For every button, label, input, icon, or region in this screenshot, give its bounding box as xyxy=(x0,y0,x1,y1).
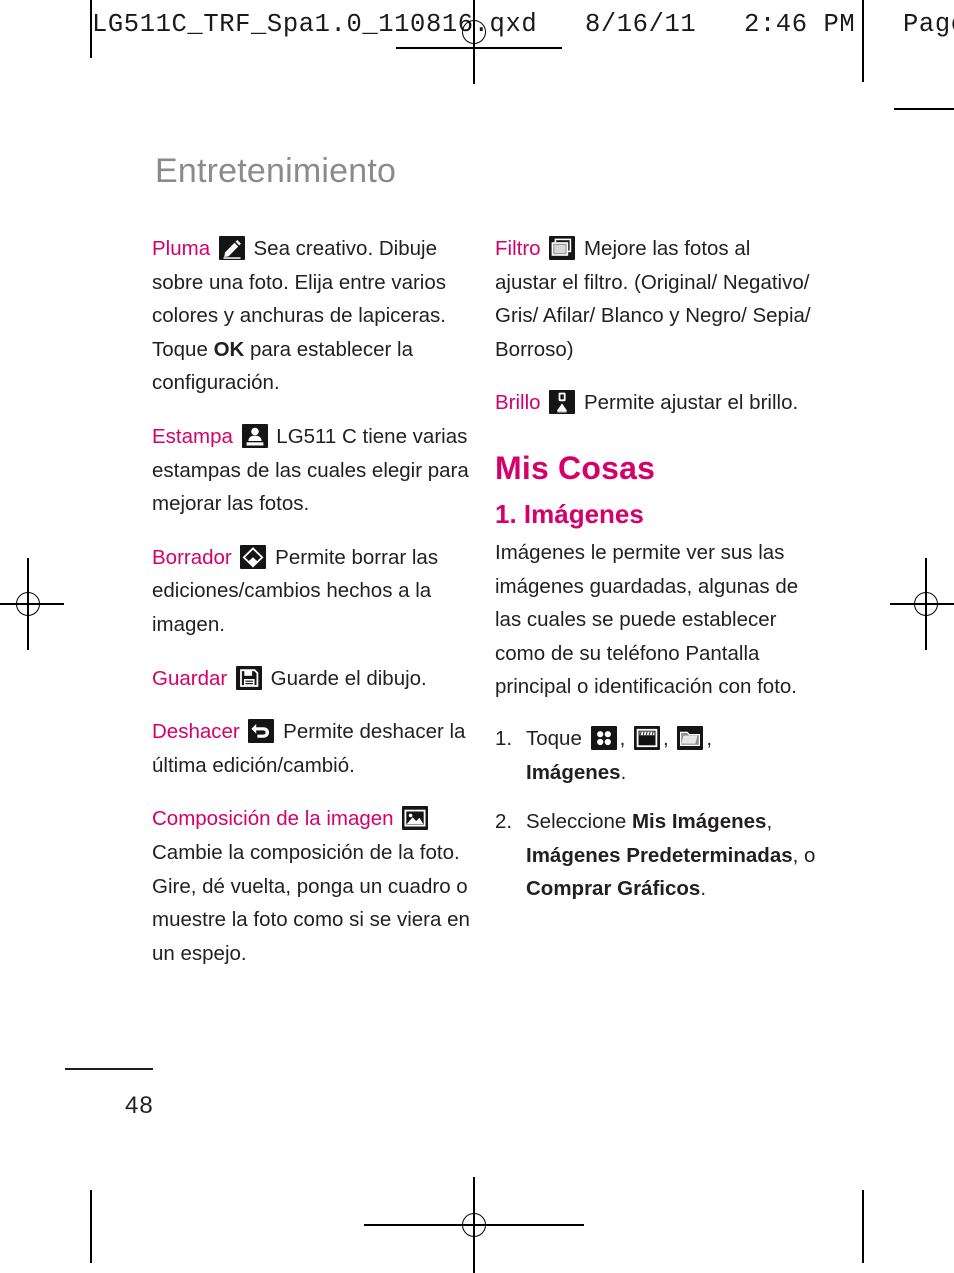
step-item-1: 1. Toque , , , Imágenes. xyxy=(495,722,817,789)
entry-filtro-text: Mejore las fotos al ajustar el filtro. (… xyxy=(495,237,811,361)
floppy-save-icon xyxy=(235,665,262,690)
term-guardar: Guardar xyxy=(152,666,228,690)
picture-icon xyxy=(402,806,429,831)
step-2-text-before: Seleccione xyxy=(526,810,632,834)
folder-icon xyxy=(677,725,704,750)
steps-list: 1. Toque , , , Imágenes. 2. Seleccione M… xyxy=(495,722,817,906)
step-2-sep-1: , xyxy=(766,810,773,834)
entry-deshacer: Deshacer Permite deshacer la última edic… xyxy=(152,715,474,782)
step-number-2: 2. xyxy=(495,810,513,834)
entry-guardar: Guardar Guarde el dibujo. xyxy=(152,662,474,696)
step-1-text-before: Toque xyxy=(526,726,588,750)
step-1-punct: . xyxy=(620,760,627,784)
left-text-column: Pluma Sea creativo. Dibuje sobre una fot… xyxy=(152,232,474,990)
registration-mark-bottom xyxy=(364,1177,584,1273)
imagenes-body-text: Imágenes le permite ver sus las imágenes… xyxy=(495,540,799,699)
step-number-1: 1. xyxy=(495,726,513,750)
registration-mark-top xyxy=(456,0,492,84)
crop-mark-top-left-vertical xyxy=(90,0,92,58)
crop-mark-top-right-rule xyxy=(894,108,954,110)
right-text-column: Filtro Mejore las fotos al ajustar el fi… xyxy=(495,232,817,922)
footer-divider xyxy=(65,1068,153,1070)
subsection-heading-imagenes: 1. Imágenes xyxy=(495,498,644,529)
filter-frames-icon xyxy=(549,236,576,260)
entry-guardar-text: Guarde el dibujo. xyxy=(264,666,427,690)
entry-pluma-bold-ok: OK xyxy=(213,337,245,361)
step-1-separator-1: , xyxy=(619,726,631,750)
entry-filtro: Filtro Mejore las fotos al ajustar el fi… xyxy=(495,232,817,366)
stamp-icon xyxy=(241,423,268,448)
registration-horizontal xyxy=(0,603,64,605)
step-1-bold-imagenes: Imágenes xyxy=(526,760,621,784)
print-slug-header: LG511C_TRF_Spa1.0_110816.qxd 8/16/11 2:4… xyxy=(92,10,954,39)
term-brillo: Brillo xyxy=(495,391,541,415)
registration-mark-left xyxy=(0,558,64,650)
entry-brillo-text: Permite ajustar el brillo. xyxy=(578,391,799,415)
eraser-icon xyxy=(240,544,267,569)
step-item-2: 2. Seleccione Mis Imágenes, Imágenes Pre… xyxy=(495,805,817,906)
step-2-bold-comprar-graficos: Comprar Gráficos xyxy=(526,877,701,901)
term-borrador: Borrador xyxy=(152,545,232,569)
registration-horizontal xyxy=(364,1224,584,1226)
step-2-punct: . xyxy=(700,877,707,901)
page-title: Entretenimiento xyxy=(155,152,397,190)
term-deshacer: Deshacer xyxy=(152,720,240,744)
registration-vertical xyxy=(473,0,475,84)
registration-horizontal xyxy=(890,603,954,605)
term-estampa: Estampa xyxy=(152,424,233,448)
step-1-separator-2: , xyxy=(662,726,675,750)
page-number: 48 xyxy=(125,1092,154,1119)
crop-mark-top-right-vertical xyxy=(862,0,864,82)
entry-composicion: Composición de la imagen Cambie la compo… xyxy=(152,802,474,970)
media-film-icon xyxy=(633,725,660,750)
crop-mark-bottom-left-vertical xyxy=(90,1190,92,1263)
entry-estampa: Estampa LG511 C tiene varias estampas de… xyxy=(152,420,474,521)
brightness-icon xyxy=(549,390,576,415)
pencil-icon xyxy=(218,236,245,260)
undo-arrow-icon xyxy=(248,719,275,744)
entry-composicion-text: Cambie la composición de la foto. Gire, … xyxy=(152,840,470,965)
crop-mark-bottom-right-vertical xyxy=(862,1190,864,1263)
entry-borrador: Borrador Permite borrar las ediciones/ca… xyxy=(152,541,474,642)
step-2-bold-mis-imagenes: Mis Imágenes xyxy=(631,810,767,834)
step-2-sep-2: , o xyxy=(792,843,816,867)
term-composicion-imagen: Composición de la imagen xyxy=(152,807,394,831)
term-pluma: Pluma xyxy=(152,237,211,260)
registration-mark-right xyxy=(890,558,954,650)
step-2-bold-predeterminadas: Imágenes Predeterminadas xyxy=(526,843,793,867)
step-1-text-after: , xyxy=(706,726,713,750)
section-heading-mis-cosas: Mis Cosas xyxy=(495,449,656,486)
term-filtro: Filtro xyxy=(495,237,541,260)
four-dots-grid-icon xyxy=(590,725,617,750)
entry-brillo: Brillo Permite ajustar el brillo. xyxy=(495,386,817,420)
entry-pluma: Pluma Sea creativo. Dibuje sobre una fot… xyxy=(152,232,474,400)
